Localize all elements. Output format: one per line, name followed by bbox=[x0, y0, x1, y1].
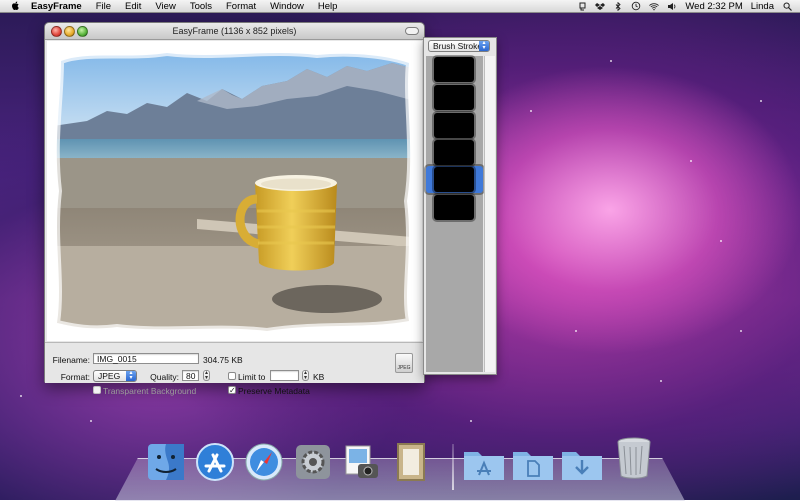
downloads-folder-icon[interactable] bbox=[560, 440, 604, 484]
quality-label: Quality: bbox=[150, 372, 179, 382]
export-drag-icon[interactable]: JPEG bbox=[395, 353, 413, 373]
export-settings-panel: Filename: IMG_0015 304.75 KB Format: JPE… bbox=[45, 342, 424, 396]
menu-tools[interactable]: Tools bbox=[190, 1, 212, 12]
format-label: Format: bbox=[60, 372, 90, 382]
preserve-metadata-label: Preserve Metadata bbox=[238, 386, 310, 396]
image-canvas[interactable] bbox=[47, 41, 422, 341]
documents-folder-icon[interactable] bbox=[511, 440, 555, 484]
toolbar-toggle-button[interactable] bbox=[405, 27, 419, 35]
frame-thumbnail[interactable] bbox=[434, 57, 474, 82]
system-preferences-icon[interactable] bbox=[291, 440, 335, 484]
menu-window[interactable]: Window bbox=[270, 1, 304, 12]
trash-icon[interactable] bbox=[612, 436, 656, 480]
frame-thumbnail-list[interactable] bbox=[426, 56, 483, 372]
menu-file[interactable]: File bbox=[96, 1, 111, 12]
menu-view[interactable]: View bbox=[155, 1, 175, 12]
wifi-icon[interactable] bbox=[649, 2, 660, 11]
menu-help[interactable]: Help bbox=[318, 1, 338, 12]
frame-thumbnail[interactable] bbox=[434, 195, 474, 220]
frame-list-scrollbar[interactable] bbox=[484, 56, 495, 372]
volume-icon[interactable] bbox=[667, 2, 677, 11]
apple-menu-icon[interactable] bbox=[9, 1, 21, 11]
filename-field[interactable]: IMG_0015 bbox=[93, 353, 199, 364]
close-window-icon[interactable] bbox=[51, 26, 62, 37]
menu-bar: EasyFrame File Edit View Tools Format Wi… bbox=[0, 0, 800, 13]
transparent-background-label: Transparent Background bbox=[103, 386, 197, 396]
menu-extras: Wed 2:32 PM Linda bbox=[577, 0, 792, 12]
time-machine-icon[interactable] bbox=[631, 1, 641, 11]
quality-stepper[interactable]: ▴ ▾ bbox=[203, 370, 210, 381]
frame-thumbnail[interactable] bbox=[434, 113, 474, 138]
easyframe-icon[interactable] bbox=[389, 440, 433, 484]
limit-size-field[interactable] bbox=[270, 370, 299, 381]
menu-format[interactable]: Format bbox=[226, 1, 256, 12]
app-store-icon[interactable] bbox=[193, 440, 237, 484]
menu-user[interactable]: Linda bbox=[751, 1, 774, 12]
menu-clock[interactable]: Wed 2:32 PM bbox=[685, 1, 742, 12]
limit-size-stepper[interactable]: ▴ ▾ bbox=[302, 370, 309, 381]
quality-field[interactable]: 80 bbox=[182, 370, 199, 381]
window-titlebar[interactable]: EasyFrame (1136 x 852 pixels) bbox=[45, 23, 424, 40]
app-menu[interactable]: EasyFrame bbox=[31, 1, 82, 12]
easyframe-window: EasyFrame (1136 x 852 pixels) Filename: … bbox=[44, 22, 425, 396]
file-size-text: 304.75 KB bbox=[203, 355, 243, 365]
zoom-window-icon[interactable] bbox=[77, 26, 88, 37]
applications-folder-icon[interactable] bbox=[462, 440, 506, 484]
frame-styles-panel: Brush Strokes ▴ ▾ bbox=[423, 37, 497, 375]
popup-arrows-icon: ▴ ▾ bbox=[479, 40, 489, 51]
dropbox-icon[interactable] bbox=[595, 2, 606, 11]
filename-label: Filename: bbox=[52, 355, 90, 365]
frame-category-popup[interactable]: Brush Strokes ▴ ▾ bbox=[428, 40, 490, 52]
limit-unit-label: KB bbox=[313, 372, 325, 382]
bluetooth-icon[interactable] bbox=[613, 1, 623, 11]
preserve-metadata-checkbox[interactable]: ✓ bbox=[228, 386, 236, 395]
limit-size-label: Limit to bbox=[238, 372, 266, 382]
minimize-window-icon[interactable] bbox=[64, 26, 75, 37]
dock-separator bbox=[452, 444, 454, 490]
transparent-background-checkbox[interactable] bbox=[93, 386, 101, 394]
finder-icon[interactable] bbox=[144, 440, 188, 484]
spotlight-icon[interactable] bbox=[782, 2, 792, 11]
framed-photo bbox=[47, 41, 422, 341]
iphoto-icon[interactable] bbox=[340, 440, 384, 484]
safari-icon[interactable] bbox=[242, 440, 286, 484]
frame-thumbnail[interactable] bbox=[434, 85, 474, 110]
window-title: EasyFrame (1136 x 852 pixels) bbox=[172, 26, 297, 36]
format-popup[interactable]: JPEG ▴ ▾ bbox=[93, 370, 137, 382]
popup-arrows-icon: ▴ ▾ bbox=[126, 370, 136, 381]
script-menu-icon[interactable] bbox=[577, 2, 587, 11]
frame-thumbnail-selected[interactable] bbox=[434, 167, 474, 192]
format-value: JPEG bbox=[98, 371, 121, 381]
limit-size-checkbox[interactable] bbox=[228, 372, 236, 380]
frame-thumbnail[interactable] bbox=[434, 140, 474, 165]
menu-edit[interactable]: Edit bbox=[125, 1, 141, 12]
